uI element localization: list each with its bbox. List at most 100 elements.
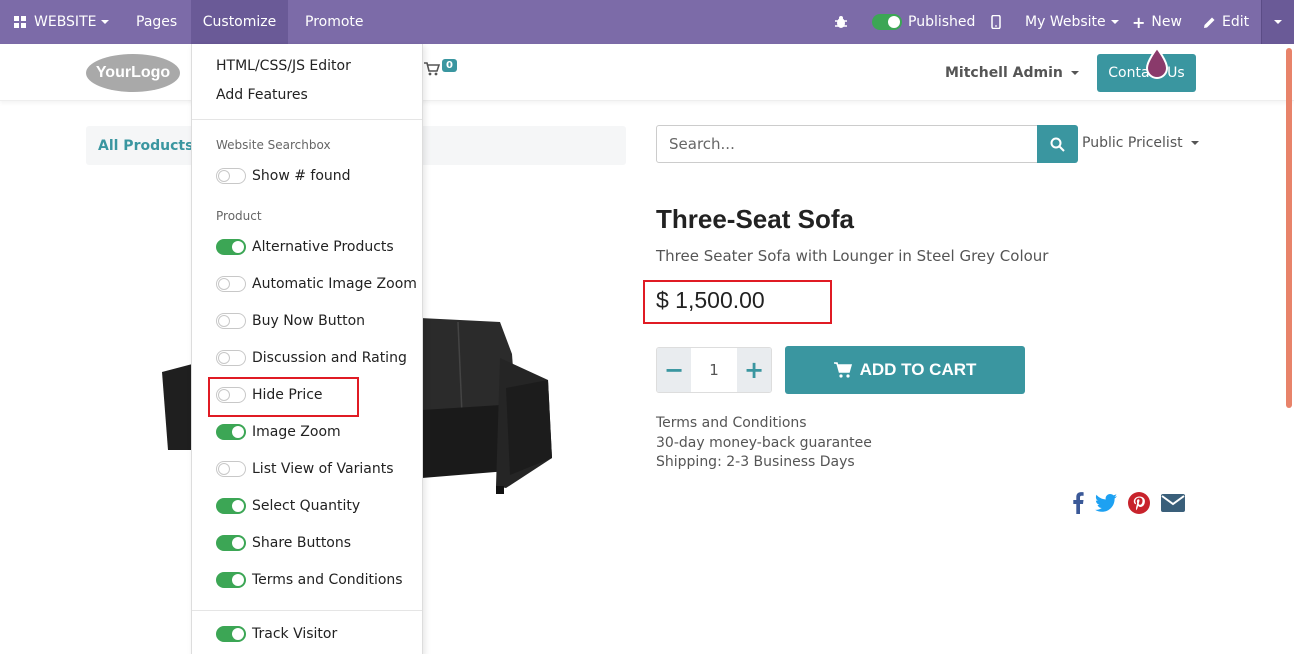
option-alternative-products[interactable]: Alternative Products <box>216 238 394 256</box>
my-website-menu[interactable]: My Website <box>1025 0 1119 44</box>
search-icon <box>1050 137 1065 152</box>
search-button[interactable] <box>1037 125 1078 163</box>
cart-count-badge: 0 <box>442 58 457 72</box>
publish-toggle-switch[interactable] <box>872 14 902 30</box>
cart-icon <box>424 62 440 76</box>
page-scrollbar[interactable] <box>1286 48 1292 408</box>
product-price: $ 1,500.00 <box>656 287 765 313</box>
site-logo[interactable]: YourLogo <box>86 54 180 92</box>
caret-down-icon <box>1274 20 1282 24</box>
customize-dropdown: HTML/CSS/JS Editor Add Features Website … <box>191 44 423 654</box>
option-automatic-image-zoom[interactable]: Automatic Image Zoom <box>216 275 417 293</box>
website-menu-label: WEBSITE <box>34 14 97 30</box>
option-label: Select Quantity <box>252 498 361 514</box>
toggle-switch[interactable] <box>216 626 246 642</box>
caret-down-icon <box>1110 20 1119 24</box>
new-label: New <box>1151 14 1182 30</box>
apps-grid-icon <box>14 16 26 28</box>
toggle-switch[interactable] <box>216 498 246 514</box>
option-label: Terms and Conditions <box>252 572 403 588</box>
option-discussion-and-rating[interactable]: Discussion and Rating <box>216 349 407 367</box>
user-menu[interactable]: Mitchell Admin <box>945 65 1079 81</box>
option-label: Show # found <box>252 168 351 184</box>
edit-label: Edit <box>1222 14 1250 30</box>
html-css-js-editor-link[interactable]: HTML/CSS/JS Editor <box>216 58 351 74</box>
pages-menu-label: Pages <box>136 14 178 30</box>
option-label: Automatic Image Zoom <box>252 276 417 292</box>
pencil-icon <box>1204 17 1215 28</box>
pricelist-dropdown[interactable]: Public Pricelist <box>1082 135 1199 151</box>
hide-price-highlight-box <box>208 377 359 417</box>
quantity-input[interactable]: 1 <box>691 348 737 392</box>
option-label: Discussion and Rating <box>252 350 407 366</box>
publish-toggle[interactable]: Published <box>872 0 975 44</box>
website-menu[interactable]: WEBSITE <box>14 0 110 44</box>
debug-icon[interactable] <box>834 0 848 44</box>
option-track-visitor[interactable]: Track Visitor <box>216 625 337 643</box>
product-subtitle: Three Seater Sofa with Lounger in Steel … <box>656 247 1049 265</box>
admin-topbar: WEBSITE Pages Customize Promote Publishe… <box>0 0 1294 44</box>
toggle-switch[interactable] <box>216 313 246 329</box>
mobile-preview-icon[interactable] <box>991 0 1001 44</box>
option-buy-now-button[interactable]: Buy Now Button <box>216 312 365 330</box>
option-label: Alternative Products <box>252 239 394 255</box>
droplet-icon[interactable] <box>1144 47 1170 79</box>
section-product: Product <box>216 209 262 223</box>
share-buttons <box>1072 492 1185 514</box>
minus-button[interactable]: − <box>657 348 691 392</box>
caret-down-icon <box>1190 141 1199 145</box>
promote-menu-label: Promote <box>305 14 364 30</box>
plus-icon: + <box>1132 12 1146 32</box>
more-options-dropdown[interactable] <box>1261 0 1294 44</box>
new-button[interactable]: + New <box>1132 0 1182 44</box>
cart-link[interactable]: 0 <box>424 58 457 76</box>
plus-icon: + <box>743 356 765 384</box>
section-website-searchbox: Website Searchbox <box>216 138 331 152</box>
minus-icon: − <box>663 356 685 384</box>
add-features-link[interactable]: Add Features <box>216 87 308 103</box>
pricelist-label: Public Pricelist <box>1082 135 1183 151</box>
twitter-icon[interactable] <box>1095 494 1117 512</box>
terms-line[interactable]: Terms and Conditions <box>656 414 872 434</box>
option-label: Share Buttons <box>252 535 352 551</box>
product-title: Three-Seat Sofa <box>656 204 854 234</box>
toggle-switch[interactable] <box>216 535 246 551</box>
option-show-found[interactable]: Show # found <box>216 167 351 185</box>
email-icon[interactable] <box>1161 494 1185 512</box>
option-image-zoom[interactable]: Image Zoom <box>216 423 341 441</box>
toggle-switch[interactable] <box>216 168 246 184</box>
breadcrumb-all-products[interactable]: All Products <box>98 138 193 154</box>
option-label: Buy Now Button <box>252 313 366 329</box>
add-to-cart-button[interactable]: ADD TO CART <box>785 346 1025 394</box>
customize-menu[interactable]: Customize <box>191 0 288 44</box>
pinterest-icon[interactable] <box>1128 492 1150 514</box>
promote-menu[interactable]: Promote <box>305 0 364 44</box>
menu-divider <box>192 119 422 120</box>
quantity-stepper: − 1 + <box>656 347 772 393</box>
pages-menu[interactable]: Pages <box>136 0 177 44</box>
toggle-switch[interactable] <box>216 424 246 440</box>
edit-button[interactable]: Edit <box>1203 0 1249 44</box>
toggle-switch[interactable] <box>216 350 246 366</box>
cart-icon <box>833 362 852 378</box>
published-label: Published <box>908 14 976 30</box>
option-share-buttons[interactable]: Share Buttons <box>216 534 351 552</box>
toggle-switch[interactable] <box>216 461 246 477</box>
option-label: Image Zoom <box>252 424 341 440</box>
customize-menu-label: Customize <box>202 14 277 30</box>
toggle-switch[interactable] <box>216 572 246 588</box>
option-select-quantity[interactable]: Select Quantity <box>216 497 360 515</box>
terms-line: Shipping: 2-3 Business Days <box>656 454 855 470</box>
option-label: List View of Variants <box>252 461 394 477</box>
add-to-cart-label: ADD TO CART <box>859 360 977 379</box>
option-list-view-of-variants[interactable]: List View of Variants <box>216 460 394 478</box>
toggle-switch[interactable] <box>216 276 246 292</box>
search-input[interactable] <box>656 125 1038 163</box>
terms-line: 30-day money-back guarantee <box>656 434 872 451</box>
toggle-switch[interactable] <box>216 239 246 255</box>
facebook-icon[interactable] <box>1072 492 1084 514</box>
user-name: Mitchell Admin <box>945 65 1063 81</box>
plus-button[interactable]: + <box>737 348 771 392</box>
my-website-label: My Website <box>1025 14 1106 30</box>
option-terms-and-conditions[interactable]: Terms and Conditions <box>216 571 403 589</box>
